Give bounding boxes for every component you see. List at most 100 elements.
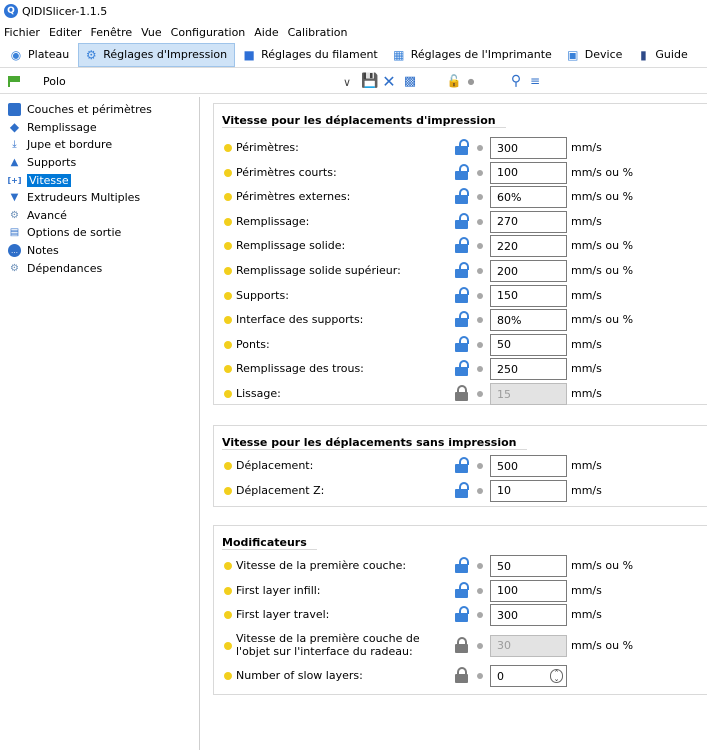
lock-open-icon[interactable] bbox=[455, 237, 469, 254]
menu-calibration[interactable]: Calibration bbox=[288, 26, 348, 39]
reset-bullet-icon[interactable] bbox=[477, 673, 483, 680]
setting-label: Périmètres courts: bbox=[236, 165, 337, 179]
setting-value-input[interactable]: 300 bbox=[490, 604, 567, 627]
menu-fenetre[interactable]: Fenêtre bbox=[91, 26, 133, 39]
reset-bullet-icon[interactable] bbox=[477, 292, 483, 299]
setting-value-input[interactable]: 10 bbox=[490, 479, 567, 502]
reset-bullet-icon[interactable] bbox=[477, 317, 483, 324]
setting-value: 250 bbox=[497, 362, 518, 376]
setting-value-input[interactable]: 80% bbox=[490, 309, 567, 332]
tab-printer-settings[interactable]: ▦ Réglages de l'Imprimante bbox=[387, 43, 559, 67]
tab-plateau[interactable]: ◉ Plateau bbox=[4, 43, 76, 67]
lock-open-icon[interactable] bbox=[455, 212, 469, 229]
lock-open-icon[interactable] bbox=[455, 286, 469, 303]
reset-bullet-icon[interactable] bbox=[477, 341, 483, 348]
setting-row: Remplissage solide: 220 mm/s ou % bbox=[214, 234, 707, 258]
lock-open-icon[interactable] bbox=[455, 163, 469, 180]
status-dot-icon bbox=[224, 267, 232, 275]
lock-open-icon[interactable] bbox=[455, 481, 469, 498]
reset-bullet-icon[interactable] bbox=[477, 145, 483, 151]
modifiers-group: Modificateurs Vitesse de la première couc… bbox=[213, 525, 707, 695]
lock-closed-icon[interactable] bbox=[455, 385, 469, 401]
lock-open-icon[interactable] bbox=[455, 311, 469, 328]
spin-stepper-icon[interactable]: ⌃ ⌄ bbox=[550, 669, 563, 684]
lock-open-icon[interactable] bbox=[455, 606, 469, 623]
sidebar-item-skirt[interactable]: ⤓ Jupe et bordure bbox=[0, 136, 199, 154]
setting-label: Number of slow layers: bbox=[236, 669, 363, 683]
setting-value-input[interactable]: 250 bbox=[490, 358, 567, 381]
bullet-legend-icon[interactable]: ● bbox=[463, 73, 479, 89]
compare-preset-icon[interactable]: ▩ bbox=[402, 73, 418, 89]
sidebar-item-output-options[interactable]: ▤ Options de sortie bbox=[0, 224, 199, 242]
tab-guide[interactable]: ▮ Guide bbox=[631, 43, 694, 67]
search-icon[interactable]: ⚲ bbox=[508, 73, 524, 89]
reset-bullet-icon[interactable] bbox=[477, 587, 483, 594]
tab-print-settings[interactable]: ⚙ Réglages d'Impression bbox=[78, 42, 236, 67]
mode-toggle-icon[interactable]: ≡ bbox=[527, 73, 543, 89]
preset-select[interactable]: Polo ∨ bbox=[28, 72, 356, 91]
tab-label: Réglages de l'Imprimante bbox=[410, 48, 552, 61]
menu-configuration[interactable]: Configuration bbox=[171, 26, 246, 39]
setting-value-input[interactable]: 60% bbox=[490, 186, 567, 209]
setting-value-input[interactable]: 100 bbox=[490, 161, 567, 184]
menu-fichier[interactable]: Fichier bbox=[4, 26, 40, 39]
save-preset-icon[interactable]: 💾 bbox=[361, 73, 378, 89]
reset-bullet-icon[interactable] bbox=[477, 487, 483, 494]
lock-open-icon[interactable] bbox=[455, 360, 469, 377]
lock-open-icon[interactable] bbox=[455, 335, 469, 352]
lock-legend-icon[interactable]: 🔓 bbox=[446, 73, 462, 89]
status-dot-icon bbox=[224, 390, 232, 398]
reset-bullet-icon[interactable] bbox=[477, 366, 483, 373]
tab-filament-settings[interactable]: ■ Réglages du filament bbox=[237, 43, 385, 67]
sidebar-item-notes[interactable]: … Notes bbox=[0, 242, 199, 260]
sidebar-item-infill[interactable]: ◆ Remplissage bbox=[0, 119, 199, 137]
reset-bullet-icon[interactable] bbox=[477, 642, 483, 649]
printer-icon: ▦ bbox=[393, 47, 405, 62]
sidebar-item-speed[interactable]: [+] Vitesse bbox=[0, 171, 199, 189]
reset-bullet-icon[interactable] bbox=[477, 268, 483, 274]
setting-value-input[interactable]: 50 bbox=[490, 555, 567, 577]
setting-value-input[interactable]: 270 bbox=[490, 210, 567, 233]
setting-value-input[interactable]: 150 bbox=[490, 284, 567, 307]
lock-open-icon[interactable] bbox=[455, 581, 469, 598]
setting-value: 100 bbox=[497, 166, 518, 180]
setting-value-input[interactable]: 300 bbox=[490, 137, 567, 159]
reset-bullet-icon[interactable] bbox=[477, 563, 483, 569]
sidebar-item-layers[interactable]: Couches et périmètres bbox=[0, 101, 199, 119]
menu-aide[interactable]: Aide bbox=[254, 26, 278, 39]
setting-value-input[interactable]: 50 bbox=[490, 333, 567, 356]
tab-device[interactable]: ▣ Device bbox=[561, 43, 630, 67]
reset-bullet-icon[interactable] bbox=[477, 612, 483, 619]
setting-label: Remplissage: bbox=[236, 214, 310, 228]
lock-open-icon[interactable] bbox=[455, 457, 469, 473]
reset-bullet-icon[interactable] bbox=[477, 391, 483, 397]
setting-value-input[interactable]: 200 bbox=[490, 260, 567, 282]
sidebar-item-supports[interactable]: ▲ Supports bbox=[0, 154, 199, 172]
reset-bullet-icon[interactable] bbox=[477, 243, 483, 250]
menu-vue[interactable]: Vue bbox=[141, 26, 162, 39]
sidebar-item-dependencies[interactable]: ⚙ Dépendances bbox=[0, 259, 199, 277]
setting-row: Lissage: 15 mm/s bbox=[214, 382, 707, 406]
reset-bullet-icon[interactable] bbox=[477, 218, 483, 225]
setting-value-input[interactable]: 220 bbox=[490, 235, 567, 258]
setting-unit: mm/s bbox=[571, 483, 602, 497]
group-title: Vitesse pour les déplacements sans impre… bbox=[222, 436, 527, 450]
setting-value-input[interactable]: 500 bbox=[490, 455, 567, 477]
menu-editer[interactable]: Editer bbox=[49, 26, 82, 39]
lock-open-icon[interactable] bbox=[455, 188, 469, 205]
lock-open-icon[interactable] bbox=[455, 139, 469, 155]
lock-open-icon[interactable] bbox=[455, 262, 469, 278]
reset-bullet-icon[interactable] bbox=[477, 169, 483, 176]
setting-value-input[interactable]: 0 ⌃ ⌄ bbox=[490, 665, 567, 688]
sidebar-item-advanced[interactable]: ⚙ Avancé bbox=[0, 207, 199, 225]
reset-bullet-icon[interactable] bbox=[477, 463, 483, 469]
lock-closed-icon[interactable] bbox=[455, 667, 469, 684]
setting-value-input[interactable]: 100 bbox=[490, 579, 567, 602]
status-dot-icon bbox=[224, 586, 232, 595]
delete-preset-icon[interactable]: ✕ bbox=[381, 72, 397, 91]
setting-label: Vitesse de la première couche: bbox=[236, 559, 407, 572]
lock-closed-icon[interactable] bbox=[455, 636, 469, 653]
sidebar-item-multiple-extruders[interactable]: ▼ Extrudeurs Multiples bbox=[0, 189, 199, 207]
lock-open-icon[interactable] bbox=[455, 557, 469, 573]
reset-bullet-icon[interactable] bbox=[477, 194, 483, 201]
